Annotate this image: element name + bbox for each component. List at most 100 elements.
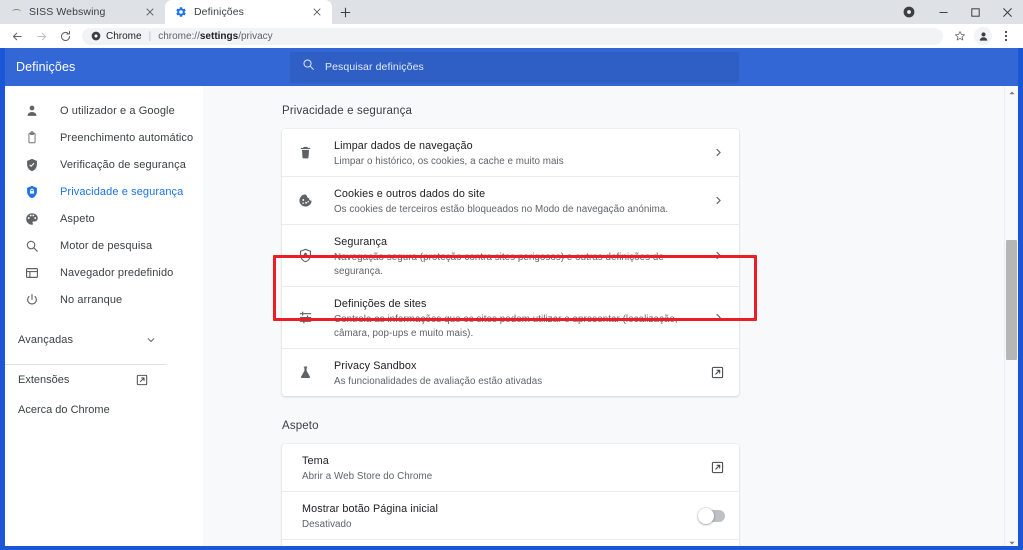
omnibox-separator: |	[148, 30, 152, 42]
appearance-card: Tema Abrir a Web Store do Chrome Mostrar…	[282, 444, 739, 547]
omnibox-url: chrome://settings/privacy	[158, 31, 272, 42]
sidebar-item-label: Extensões	[18, 374, 70, 386]
row-text: Tema Abrir a Web Store do Chrome	[302, 444, 700, 491]
more-menu-icon[interactable]	[995, 25, 1017, 47]
close-icon[interactable]	[143, 5, 157, 19]
browser-tab-siss-webswing[interactable]: SISS Webswing	[0, 0, 165, 24]
chevron-down-icon	[146, 335, 156, 345]
home-button-toggle[interactable]	[698, 507, 725, 524]
back-icon[interactable]	[6, 25, 28, 47]
row-text: Mostrar botão Página inicial Desativado	[302, 492, 689, 539]
url-bold: settings	[199, 30, 239, 42]
row-text: Limpar dados de navegação Limpar o histó…	[334, 129, 701, 176]
site-info-icon[interactable]	[91, 31, 101, 41]
forward-icon[interactable]	[30, 25, 52, 47]
sidebar-item-acerca-do-chrome[interactable]: Acerca do Chrome	[5, 395, 203, 425]
settings-row-mostrar-botao-pagina-inicial[interactable]: Mostrar botão Página inicial Desativado	[282, 492, 739, 540]
minimize-button[interactable]	[927, 0, 959, 24]
reload-icon[interactable]	[54, 25, 76, 47]
search-placeholder: Pesquisar definições	[325, 61, 424, 73]
scrollbar-thumb[interactable]	[1006, 240, 1017, 360]
sidebar-item-privacidade-e-seguranca[interactable]: Privacidade e segurança	[5, 178, 203, 205]
row-title: Tema	[302, 455, 329, 467]
row-subtitle: Limpar o histórico, os cookies, a cache …	[334, 156, 564, 167]
search-input[interactable]: Pesquisar definições	[290, 51, 739, 83]
section-title-privacidade: Privacidade e segurança	[282, 105, 413, 117]
sidebar-item-aspeto[interactable]: Aspeto	[5, 205, 203, 232]
sidebar-item-navegador-predefinido[interactable]: Navegador predefinido	[5, 259, 203, 286]
sidebar-item-label: Privacidade e segurança	[60, 185, 184, 198]
page-scrollbar[interactable]	[1004, 86, 1018, 546]
scroll-up-icon[interactable]	[1005, 86, 1018, 100]
sidebar-item-label: Aspeto	[60, 212, 95, 225]
settings-row-definicoes-de-sites[interactable]: Definições de sites Controla as informaç…	[282, 287, 739, 349]
row-subtitle: Controla as informações que os sites pod…	[334, 314, 678, 339]
external-link-icon[interactable]	[710, 460, 725, 475]
settings-sidebar: O utilizador e a Google Preenchimento au…	[5, 86, 203, 546]
flask-icon	[295, 363, 315, 383]
sidebar-item-verificacao-de-seguranca[interactable]: Verificação de segurança	[5, 151, 203, 178]
scrollbar-track[interactable]	[1005, 100, 1018, 536]
sidebar-item-no-arranque[interactable]: No arranque	[5, 286, 203, 313]
browser-tab-definicoes[interactable]: Definições	[165, 0, 332, 24]
settings-row-seguranca[interactable]: Segurança Navegação segura (proteção con…	[282, 225, 739, 287]
maximize-button[interactable]	[959, 0, 991, 24]
sidebar-item-label: Motor de pesquisa	[60, 239, 153, 252]
sidebar-item-label: Navegador predefinido	[60, 266, 174, 279]
row-title: Mostrar botão Página inicial	[302, 503, 439, 515]
profile-avatar-icon[interactable]	[972, 25, 994, 47]
row-text: Mostrar barra de marcadores	[302, 546, 689, 547]
external-link-icon[interactable]	[710, 365, 725, 380]
close-window-button[interactable]	[991, 0, 1023, 24]
shield-icon	[23, 183, 41, 201]
settings-content: Privacidade e segurança Limpar dados de …	[203, 86, 1008, 547]
chevron-right-icon[interactable]	[711, 249, 725, 263]
row-title: Privacy Sandbox	[334, 360, 417, 372]
shield-icon	[295, 246, 315, 266]
settings-row-cookies[interactable]: Cookies e outros dados do site Os cookie…	[282, 177, 739, 225]
settings-row-mostrar-barra-de-marcadores[interactable]: Mostrar barra de marcadores	[282, 540, 739, 547]
sidebar-item-label: No arranque	[60, 293, 123, 306]
tab-strip: SISS Webswing Definições	[0, 0, 1023, 24]
window-controls	[897, 0, 1023, 24]
search-icon	[23, 237, 41, 255]
chrome-window: SISS Webswing Definições Chrome | chrome…	[0, 0, 1023, 550]
address-bar[interactable]: Chrome | chrome://settings/privacy	[82, 27, 943, 45]
chevron-right-icon[interactable]	[711, 311, 725, 325]
chevron-right-icon[interactable]	[711, 146, 725, 160]
row-subtitle: Navegação segura (proteção contra sites …	[334, 252, 664, 277]
settings-header: Definições Pesquisar definições	[5, 48, 1018, 86]
omnibox-security-chip: Chrome	[106, 30, 142, 42]
clipboard-icon	[23, 129, 41, 147]
browser-window-icon	[23, 264, 41, 282]
trash-icon	[295, 143, 315, 163]
settings-row-limpar-dados[interactable]: Limpar dados de navegação Limpar o histó…	[282, 129, 739, 177]
url-prefix: chrome://	[158, 30, 200, 42]
sidebar-item-motor-de-pesquisa[interactable]: Motor de pesquisa	[5, 232, 203, 259]
sidebar-item-o-utilizador-e-a-google[interactable]: O utilizador e a Google	[5, 97, 203, 124]
record-dot-icon[interactable]	[897, 0, 921, 24]
scroll-down-icon[interactable]	[1005, 536, 1018, 546]
tab-title: Definições	[194, 6, 245, 18]
settings-row-privacy-sandbox[interactable]: Privacy Sandbox As funcionalidades de av…	[282, 349, 739, 396]
sidebar-item-extensoes[interactable]: Extensões	[5, 365, 203, 395]
row-text: Definições de sites Controla as informaç…	[334, 287, 701, 348]
sidebar-item-avancadas[interactable]: Avançadas	[5, 326, 203, 354]
power-icon	[23, 291, 41, 309]
toolbar-right-actions	[949, 25, 1017, 47]
row-text: Privacy Sandbox As funcionalidades de av…	[334, 349, 700, 396]
cookie-icon	[295, 191, 315, 211]
row-text: Cookies e outros dados do site Os cookie…	[334, 177, 701, 224]
row-subtitle: Abrir a Web Store do Chrome	[302, 471, 433, 482]
settings-row-tema[interactable]: Tema Abrir a Web Store do Chrome	[282, 444, 739, 492]
new-tab-button[interactable]	[332, 0, 358, 24]
bookmark-star-icon[interactable]	[949, 25, 971, 47]
sidebar-item-label: O utilizador e a Google	[60, 104, 175, 117]
tab-strip-drag-area	[358, 0, 897, 24]
close-icon[interactable]	[310, 5, 324, 19]
row-text: Segurança Navegação segura (proteção con…	[334, 225, 701, 286]
sidebar-item-preenchimento-automatico[interactable]: Preenchimento automático	[5, 124, 203, 151]
chevron-right-icon[interactable]	[711, 194, 725, 208]
gear-icon	[175, 6, 187, 18]
